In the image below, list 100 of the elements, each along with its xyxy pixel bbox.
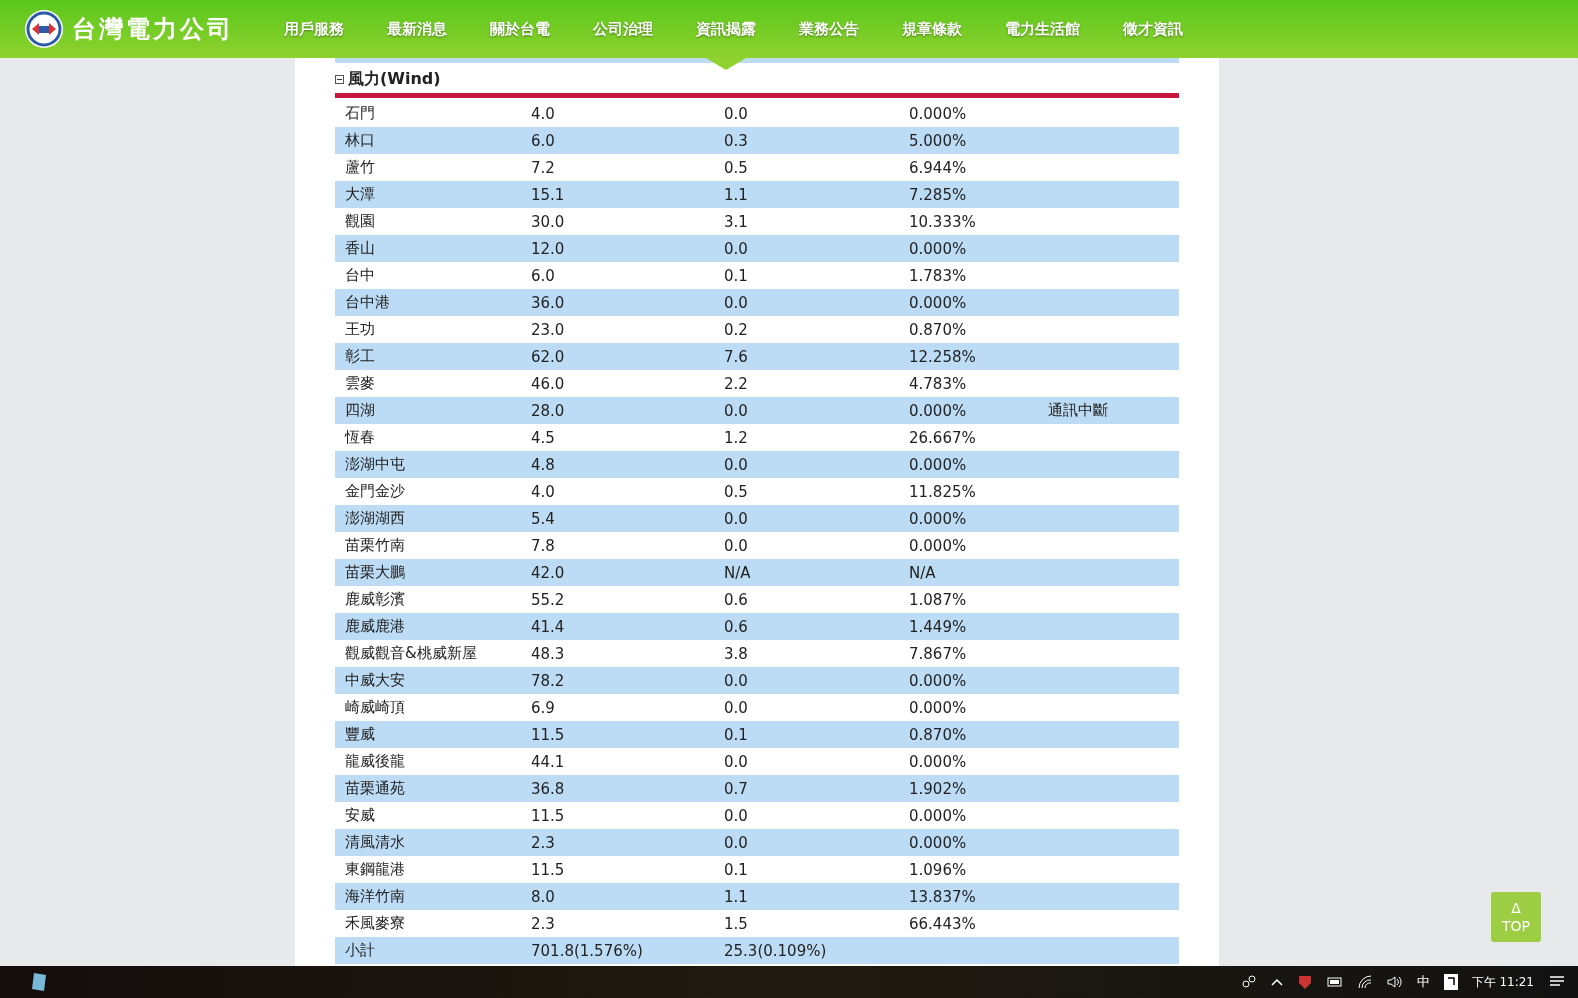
table-cell-text: 4.0 <box>531 482 556 501</box>
table-cell-text: 台中港 <box>345 293 391 312</box>
table-cell-text: 0.3 <box>724 131 749 150</box>
table-cell-text: 0.000% <box>909 239 968 258</box>
table-cell-text: 12.258% <box>909 347 977 366</box>
table-cell-text: 7.867% <box>909 644 968 663</box>
table-cell-text: 0.0 <box>724 455 749 474</box>
table-cell-text: 0.000% <box>909 536 968 555</box>
table-cell-text: 石門 <box>345 104 376 123</box>
table-cell-text: 701.8(1.576%) <box>531 941 644 960</box>
table-cell-text: 0.1 <box>724 860 749 879</box>
keyboard-icon[interactable] <box>1443 974 1458 990</box>
table-cell-text: 0.7 <box>724 779 749 798</box>
table-cell-text: 0.870% <box>909 320 968 339</box>
table-cell-text: 36.0 <box>531 293 566 312</box>
table-cell-text: 0.2 <box>724 320 749 339</box>
table-cell-text: 15.1 <box>531 185 566 204</box>
table-cell-text: 7.6 <box>724 347 749 366</box>
table-cell-text: 1.1 <box>724 887 749 906</box>
nav-item[interactable]: 用戶服務 <box>284 19 344 39</box>
table-cell-text: N/A <box>909 563 937 582</box>
back-to-top-button[interactable]: Δ TOP <box>1491 892 1541 942</box>
table-cell-text: 11.5 <box>531 806 566 825</box>
table-cell-text: 10.333% <box>909 212 977 231</box>
table-cell-text: 0.0 <box>724 293 749 312</box>
table-cell-text: 4.0 <box>531 104 556 123</box>
table-cell-text: 1.087% <box>909 590 968 609</box>
table-cell-text: 3.8 <box>724 644 749 663</box>
table-cell-text: 11.825% <box>909 482 977 501</box>
table-cell-text: 0.000% <box>909 752 968 771</box>
table-cell-text: 7.285% <box>909 185 968 204</box>
nav-item[interactable]: 關於台電 <box>490 19 550 39</box>
table-cell-text: 0.0 <box>724 509 749 528</box>
table-cell-text: 0.0 <box>724 239 749 258</box>
table-cell-text: 禾風麥寮 <box>345 914 406 933</box>
logo-text[interactable]: 台灣電力公司 <box>72 13 234 45</box>
table-cell-text: 王功 <box>345 320 376 339</box>
app-icon[interactable] <box>30 971 48 993</box>
table-cell-text: 3.1 <box>724 212 749 231</box>
table-cell-text: 澎湖中屯 <box>345 455 406 474</box>
nav-item[interactable]: 公司治理 <box>593 19 653 39</box>
table-cell-text: 7.8 <box>531 536 556 555</box>
wifi-icon[interactable] <box>1356 975 1373 989</box>
nav-item[interactable]: 徵才資訊 <box>1123 19 1183 39</box>
collapse-toggle[interactable] <box>335 74 344 84</box>
table-cell-text: 安威 <box>345 806 376 825</box>
caret-icon[interactable] <box>1270 978 1283 986</box>
table-cell-text: 36.8 <box>531 779 566 798</box>
table-cell-text: 2.2 <box>724 374 749 393</box>
table-cell-text: 中威大安 <box>345 671 406 690</box>
table-cell-text: 鹿威彰濱 <box>345 590 406 609</box>
table-cell-text: 鹿威鹿港 <box>345 617 406 636</box>
table-cell-text: 觀威觀音&桃威新屋 <box>345 644 478 663</box>
table-cell-text: 0.6 <box>724 590 749 609</box>
nav-item[interactable]: 電力生活館 <box>1005 19 1080 39</box>
people-icon[interactable] <box>1240 974 1257 990</box>
table-cell-text: 林口 <box>345 131 376 150</box>
table-cell-text: 26.667% <box>909 428 977 447</box>
table-cell-text: 0.0 <box>724 671 749 690</box>
shield-icon[interactable] <box>1296 974 1313 990</box>
table-cell-text: 11.5 <box>531 725 566 744</box>
table-cell-text: 0.1 <box>724 266 749 285</box>
ime-indicator[interactable]: 中 <box>1416 973 1430 991</box>
table-cell-text: 25.3(0.109%) <box>724 941 828 960</box>
table-cell-text: 46.0 <box>531 374 566 393</box>
table-cell-text: N/A <box>724 563 752 582</box>
table-cell-text: 6.0 <box>531 266 556 285</box>
table-cell-text: 1.2 <box>724 428 749 447</box>
battery-icon[interactable] <box>1326 976 1343 988</box>
table-cell-text: 0.5 <box>724 158 749 177</box>
table-cell-text: 0.0 <box>724 536 749 555</box>
table-cell-text: 0.000% <box>909 671 968 690</box>
table-cell-text: 苗栗通苑 <box>345 779 406 798</box>
table-cell-text: 0.000% <box>909 833 968 852</box>
clock[interactable]: 下午 11:21 <box>1471 973 1534 991</box>
table-cell-text: 四湖 <box>345 401 376 420</box>
table-cell-text: 78.2 <box>531 671 566 690</box>
table-cell-text: 28.0 <box>531 401 566 420</box>
table-cell-text: 0.0 <box>724 806 749 825</box>
table-cell-text: 0.000% <box>909 455 968 474</box>
table-cell-text: 0.000% <box>909 293 968 312</box>
table-cell-text: 23.0 <box>531 320 566 339</box>
table-cell-text: 0.000% <box>909 698 968 717</box>
table-cell-text: 苗栗大鵬 <box>345 563 406 582</box>
table-cell-text: 觀園 <box>345 212 376 231</box>
nav-item[interactable]: 規章條款 <box>902 19 962 39</box>
table-cell-text: 44.1 <box>531 752 566 771</box>
table-cell-text: 42.0 <box>531 563 566 582</box>
nav-item[interactable]: 業務公告 <box>799 19 859 39</box>
table-cell-text: 澎湖湖西 <box>345 509 406 528</box>
speaker-icon[interactable] <box>1386 975 1403 989</box>
table-cell-text: 0.000% <box>909 509 968 528</box>
table-cell-text: 8.0 <box>531 887 556 906</box>
table-cell-text: 金門金沙 <box>345 482 406 501</box>
table-cell-text: 12.0 <box>531 239 566 258</box>
table-cell-text: 0.0 <box>724 833 749 852</box>
table-cell-text: 2.3 <box>531 914 556 933</box>
table-cell-text: 13.837% <box>909 887 977 906</box>
nav-item[interactable]: 最新消息 <box>387 19 447 39</box>
table-cell-text: 恆春 <box>345 428 376 447</box>
